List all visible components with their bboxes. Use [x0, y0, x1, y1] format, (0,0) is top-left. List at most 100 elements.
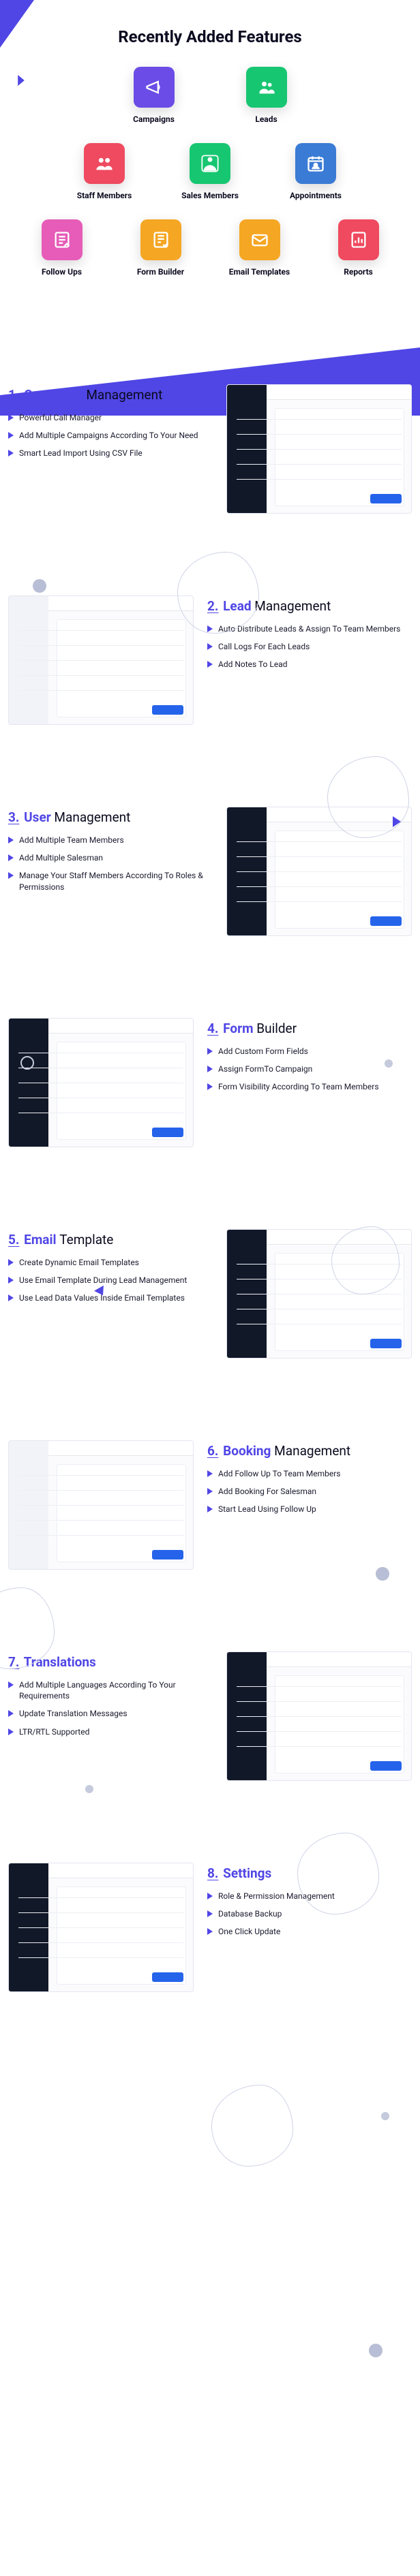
section-number: 8. [207, 1865, 218, 1881]
feature-follow-ups: Follow Ups [25, 219, 100, 277]
detail-section: 1. Campaign Management Powerful Call Mana… [0, 343, 420, 555]
section-title-accent: Form [223, 1021, 253, 1036]
bullet-text: One Click Update [218, 1926, 280, 1937]
feature-appointments: Appointments [278, 143, 353, 200]
bullet-text: Update Translation Messages [19, 1708, 127, 1719]
section-copy: 8. Settings Role & Permission Management D… [207, 1863, 412, 1944]
section-bullet-list: Add Multiple Team Members Add Multiple Sa… [8, 835, 213, 893]
screenshot-panel [275, 1675, 404, 1773]
feature-reports: Reports [321, 219, 396, 277]
screenshot-panel [275, 408, 404, 506]
bullet-text: Form Visibility According To Team Member… [218, 1081, 379, 1092]
feature-leads: Leads [229, 67, 304, 124]
section-title-rest: Management [54, 809, 130, 825]
bullet-text: LTR/RTL Supported [19, 1726, 89, 1737]
section-bullet-list: Role & Permission Management Database Bac… [207, 1891, 412, 1938]
section-number: 2. [207, 598, 218, 614]
bullet-item: Assign FormTo Campaign [207, 1064, 412, 1074]
detail-section: 5. Email Template Create Dynamic Email Te… [0, 1188, 420, 1399]
section-number: 4. [207, 1021, 218, 1036]
detail-section: 4. Form Builder Add Custom Form Fields Ass… [0, 977, 420, 1188]
screenshot-placeholder [8, 1018, 194, 1147]
screenshot-row-line [237, 1686, 402, 1687]
screenshot-panel [57, 1464, 186, 1562]
section-bullet-list: Add Multiple Languages According To Your… [8, 1679, 213, 1737]
screenshot-row-line [18, 1957, 183, 1958]
section-title: 4. Form Builder [207, 1021, 412, 1036]
bullet-item: Add Multiple Campaigns According To Your… [8, 430, 213, 441]
section-bullet-list: Add Custom Form Fields Assign FormTo Camp… [207, 1046, 412, 1093]
feature-label: Leads [255, 114, 277, 124]
bullet-text: Smart Lead Import Using CSV File [19, 448, 142, 459]
recently-added-features: Recently Added Features Campaigns Leads [0, 0, 420, 343]
bullet-text: Add Multiple Campaigns According To Your… [19, 430, 198, 441]
bullet-item: Role & Permission Management [207, 1891, 412, 1902]
bullet-text: Database Backup [218, 1908, 282, 1919]
screenshot-panel [275, 831, 404, 929]
feature-label: Form Builder [137, 267, 184, 277]
section-title: 7. Translations [8, 1654, 213, 1670]
feature-staff-members: Staff Members [67, 143, 142, 200]
screenshot-row-line [237, 1701, 402, 1702]
bullet-text: Call Logs For Each Leads [218, 641, 310, 652]
screenshot-placeholder [8, 1863, 194, 1992]
screenshot-topbar [48, 1863, 193, 1878]
screenshot-row-line [18, 1520, 183, 1521]
screenshot-primary-button [152, 1972, 183, 1982]
bullhorn-icon [134, 67, 175, 108]
bullet-text: Add Multiple Team Members [19, 835, 124, 845]
bullet-item: Create Dynamic Email Templates [8, 1257, 213, 1268]
screenshot-row-line [18, 1475, 183, 1476]
bullet-text: Add Multiple Languages According To Your… [19, 1679, 213, 1701]
staff-icon [84, 143, 125, 184]
section-title-rest: Management [86, 387, 162, 403]
form-icon [140, 219, 181, 260]
section-copy: 4. Form Builder Add Custom Form Fields Ass… [207, 1018, 412, 1100]
section-bullet-list: Create Dynamic Email Templates Use Email … [8, 1257, 213, 1304]
triangle-decoration-icon [393, 816, 401, 827]
section-title: 1. Campaign Management [8, 387, 213, 403]
section-title-accent: Booking [223, 1443, 271, 1459]
screenshot-row-line [237, 434, 402, 435]
feature-form-builder: Form Builder [123, 219, 198, 277]
bullet-item: Call Logs For Each Leads [207, 641, 412, 652]
section-title: 5. Email Template [8, 1232, 213, 1247]
screenshot-row-line [237, 901, 402, 902]
screenshot-row-line [18, 690, 183, 691]
screenshot-placeholder [226, 1229, 412, 1359]
section-copy: 7. Translations Add Multiple Languages Ac… [8, 1651, 213, 1744]
screenshot-primary-button [370, 1761, 402, 1771]
bullet-item: Manage Your Staff Members According To R… [8, 870, 213, 892]
screenshot-topbar [48, 1019, 193, 1034]
bullet-item: Add Custom Form Fields [207, 1046, 412, 1057]
bullet-text: Add Follow Up To Team Members [218, 1468, 341, 1479]
mail-icon [239, 219, 280, 260]
screenshot-topbar [48, 1441, 193, 1456]
screenshot-primary-button [152, 1550, 183, 1559]
screenshot-row-line [237, 1716, 402, 1717]
screenshot-topbar [267, 807, 411, 822]
section-title-accent: Settings [223, 1865, 271, 1881]
bullet-item: Powerful Call Manager [8, 412, 213, 423]
bullet-item: Database Backup [207, 1908, 412, 1919]
section-title-rest: Management [274, 1443, 350, 1459]
feature-label: Reports [344, 267, 373, 277]
bullet-item: Use Lead Data Values Inside Email Templa… [8, 1292, 213, 1303]
screenshot-row-line [18, 645, 183, 646]
screenshot-row-line [237, 479, 402, 480]
screenshot-row-line [18, 1535, 183, 1536]
detail-section: 6. Booking Management Add Follow Up To Te… [0, 1399, 420, 1611]
bullet-item: Add Multiple Languages According To Your… [8, 1679, 213, 1701]
section-title: 6. Booking Management [207, 1443, 412, 1459]
bullet-item: Use Email Template During Lead Managemen… [8, 1275, 213, 1286]
section-number: 3. [8, 809, 19, 825]
screenshot-primary-button [152, 705, 183, 715]
screenshot-row-line [237, 1746, 402, 1747]
bullet-item: LTR/RTL Supported [8, 1726, 213, 1737]
bullet-item: Start Lead Using Follow Up [207, 1504, 412, 1515]
bullet-text: Create Dynamic Email Templates [19, 1257, 139, 1268]
bullet-text: Add Multiple Salesman [19, 852, 103, 863]
feature-email-templates: Email Templates [222, 219, 297, 277]
bullet-text: Start Lead Using Follow Up [218, 1504, 316, 1515]
screenshot-primary-button [370, 1339, 402, 1348]
